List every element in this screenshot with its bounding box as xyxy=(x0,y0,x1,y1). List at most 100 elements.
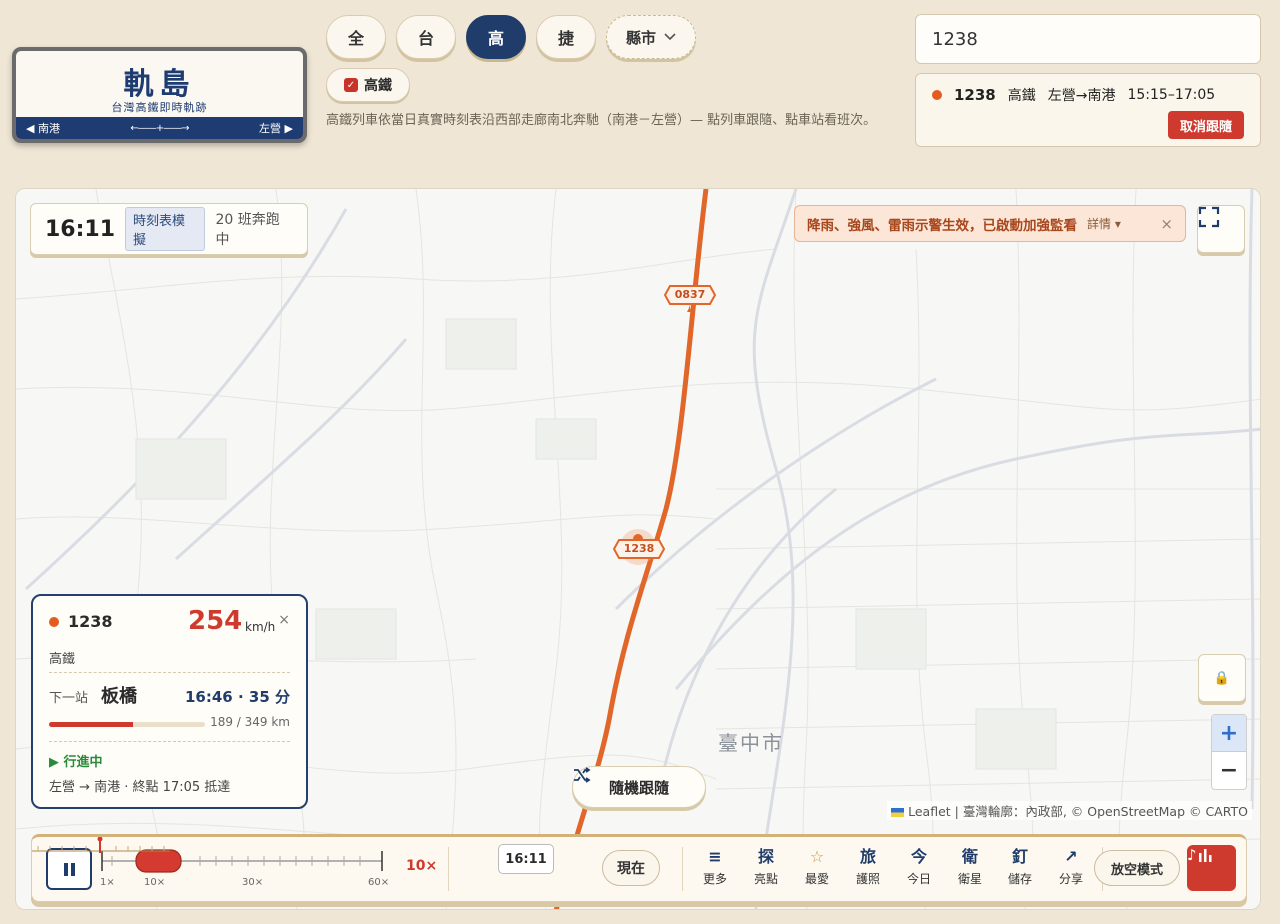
train-dot-icon xyxy=(932,90,942,100)
cancel-follow-button[interactable]: 取消跟隨 xyxy=(1167,111,1244,139)
speed-tick-label: 10× xyxy=(144,877,166,888)
now-button[interactable]: 現在 xyxy=(602,850,660,886)
speed-value: 10× xyxy=(406,858,438,874)
card-next-station: 板橋 xyxy=(101,686,137,707)
logo-station-bar: ◀ 南港 ←——+——→ 左營 ▶ xyxy=(16,117,303,139)
following-train-type: 高鐵 xyxy=(1007,88,1036,104)
train-label-0837: 0837 xyxy=(674,288,706,301)
travel-icon: 旅 xyxy=(859,847,876,866)
logo-title: 軌島 xyxy=(123,67,196,102)
alert-details-toggle[interactable]: 詳情 ▾ xyxy=(1087,215,1121,232)
logo-subtitle: 台灣高鐵即時軌跡 xyxy=(111,101,208,114)
following-train-row[interactable]: 1238 高鐵 左營→南港 15:15–17:05 xyxy=(932,85,1215,105)
card-train-row: 1238 xyxy=(49,612,113,631)
train-search-input[interactable] xyxy=(915,14,1261,64)
menu-icon: ≡ xyxy=(708,847,722,866)
pause-icon xyxy=(62,862,76,876)
random-follow-label: 隨機跟隨 xyxy=(608,778,669,797)
page-description: 高鐵列車依當日真實時刻表沿西部走廊南北奔馳（南港－左營）— 點列車跟隨、點車站看… xyxy=(326,113,877,128)
sim-mode-badge: 時刻表模擬 xyxy=(125,207,206,251)
star-icon: ☆ xyxy=(809,847,825,866)
explore-icon: 探 xyxy=(757,847,774,866)
music-toggle-button[interactable]: ♪ xyxy=(1187,845,1236,891)
train-marker-1238[interactable]: 1238 xyxy=(613,539,665,559)
time-scrubber-ruler[interactable] xyxy=(32,837,172,855)
share-icon: ↗ xyxy=(1064,847,1078,866)
county-label: 縣市 xyxy=(625,28,656,47)
divider xyxy=(448,847,449,891)
following-train-route: 左營→南港 xyxy=(1047,88,1116,104)
filter-tra-button[interactable]: 台 xyxy=(396,15,456,59)
card-progress-fill xyxy=(49,722,134,727)
following-panel: 1238 高鐵 左營→南港 15:15–17:05 取消跟隨 xyxy=(915,73,1261,147)
lock-view-button[interactable]: 🔒 xyxy=(1198,654,1246,702)
logo-arrow-icon: ←——+——→ xyxy=(130,122,189,134)
logo-left-station: ◀ 南港 xyxy=(26,122,60,135)
card-progress-bar xyxy=(49,722,205,727)
hsr-checkbox-chip[interactable]: ✓ 高鐵 xyxy=(326,68,410,102)
shuffle-icon xyxy=(574,767,591,783)
time-scrubber-value[interactable]: 16:11 xyxy=(498,844,554,874)
train-label-1238: 1238 xyxy=(623,542,655,555)
alert-close-icon[interactable]: × xyxy=(1160,215,1173,233)
tool-favorites-button[interactable]: ☆ 最愛 xyxy=(797,847,837,887)
filter-hsr-button[interactable]: 高 xyxy=(466,15,526,59)
weather-alert-text: 降雨、強風、雷雨示警生效，已啟動加強監看 xyxy=(807,217,1077,234)
filter-metro-button[interactable]: 捷 xyxy=(536,15,596,59)
filter-all-button[interactable]: 全 xyxy=(326,15,386,59)
playback-bar: 1× 10× 30× 60× 10× 16:11 現在 ≡ 更多 探亮點 ☆ 最愛 … xyxy=(31,834,1247,902)
zoom-control: + − xyxy=(1211,714,1247,790)
checkbox-checked-icon[interactable]: ✓ xyxy=(344,78,358,92)
fullscreen-button[interactable] xyxy=(1197,205,1245,253)
following-train-time: 15:15–17:05 xyxy=(1127,87,1216,103)
lock-icon: 🔒 xyxy=(1213,670,1231,686)
train-dot-icon xyxy=(49,616,59,627)
card-speed-unit: km/h xyxy=(245,620,276,634)
map-attribution[interactable]: Leaflet | 臺灣輪廓：內政部, © OpenStreetMap © CA… xyxy=(887,801,1252,820)
card-status: ▶ 行進中 xyxy=(49,755,103,770)
tool-today-button[interactable]: 今今日 xyxy=(899,847,939,887)
train-info-card: 1238 254 km/h × 高鐵 下一站 板橋 16:46 · 35 分 1… xyxy=(31,594,308,809)
card-distance: 189 / 349 km xyxy=(210,715,290,729)
card-route: 左營 → 南港 · 終點 17:05 抵達 xyxy=(49,780,231,795)
sim-clock-time: 16:11 xyxy=(45,216,116,242)
card-divider xyxy=(49,741,290,742)
card-divider xyxy=(49,672,290,673)
chevron-down-icon xyxy=(664,33,676,41)
hsr-checkbox-label: 高鐵 xyxy=(364,78,392,94)
sim-clock-panel: 16:11 時刻表模擬 20 班奔跑中 xyxy=(30,203,308,255)
fullscreen-icon xyxy=(1198,206,1220,228)
speed-tick-label: 30× xyxy=(242,877,264,888)
tool-passport-button[interactable]: 旅護照 xyxy=(848,847,888,887)
tool-satellite-button[interactable]: 衛衛星 xyxy=(950,847,990,887)
divider xyxy=(682,847,683,891)
today-icon: 今 xyxy=(910,847,927,866)
zoom-out-button[interactable]: − xyxy=(1212,752,1246,789)
following-train-number: 1238 xyxy=(954,86,996,104)
tool-share-button[interactable]: ↗ 分享 xyxy=(1051,847,1091,887)
card-next-time: 16:46 · 35 分 xyxy=(185,688,290,706)
tool-highlights-button[interactable]: 探亮點 xyxy=(746,847,786,887)
card-train-type: 高鐵 xyxy=(49,652,76,667)
pin-icon: 釘 xyxy=(1011,847,1028,866)
card-next-label: 下一站 xyxy=(49,691,89,706)
tool-save-button[interactable]: 釘儲存 xyxy=(1000,847,1040,887)
air-mode-button[interactable]: 放空模式 xyxy=(1094,850,1180,886)
zoom-in-button[interactable]: + xyxy=(1212,715,1246,752)
city-label: 臺中市 xyxy=(718,731,784,755)
speed-tick-label: 60× xyxy=(368,877,390,888)
satellite-icon: 衛 xyxy=(961,847,978,866)
tool-more-button[interactable]: ≡ 更多 xyxy=(695,847,735,887)
ukraine-flag-icon xyxy=(891,808,905,817)
weather-alert-banner: 降雨、強風、雷雨示警生效，已啟動加強監看 詳情 ▾ × xyxy=(794,205,1186,242)
card-speed: 254 xyxy=(188,606,243,636)
running-count: 20 班奔跑中 xyxy=(215,212,280,248)
map-view[interactable]: 0837 1238 臺中市 16:11 時刻表模擬 20 班奔跑中 降雨、強風、… xyxy=(15,188,1261,910)
svg-text:♪: ♪ xyxy=(1187,846,1197,863)
logo-right-station: 左營 ▶ xyxy=(259,122,293,135)
train-marker-0837[interactable]: 0837 xyxy=(664,285,716,305)
card-train-number: 1238 xyxy=(68,612,113,631)
card-close-icon[interactable]: × xyxy=(278,612,290,628)
random-follow-button[interactable]: 隨機跟隨 xyxy=(572,766,706,808)
county-dropdown[interactable]: 縣市 xyxy=(606,15,696,59)
